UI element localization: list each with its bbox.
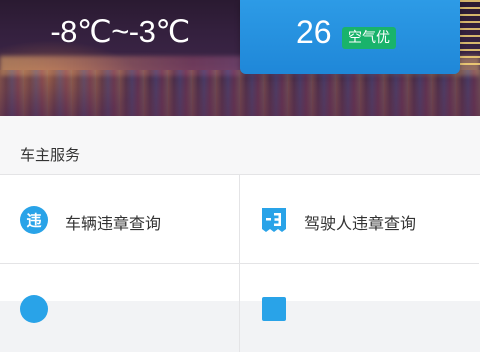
- service-icon: [20, 295, 48, 323]
- service-icon: [262, 297, 286, 321]
- service-item-3[interactable]: [0, 264, 240, 352]
- vehicle-violation-label: 车辆违章查询: [65, 214, 162, 233]
- aqi-value: 26: [296, 14, 332, 50]
- driver-violation-label: 驾驶人违章查询: [304, 214, 417, 233]
- section-title: 车主服务: [20, 146, 81, 164]
- svg-text:违: 违: [26, 212, 41, 230]
- aqi-status-badge: 空气优: [342, 27, 396, 49]
- service-grid: 违 车辆违章查询 驾驶人违章查询: [0, 174, 480, 352]
- banner-river: [0, 70, 480, 116]
- violation-icon: 违: [20, 206, 48, 234]
- driver-violation-query-button[interactable]: 驾驶人违章查询: [240, 175, 479, 264]
- driver-license-icon: [262, 208, 286, 232]
- vehicle-violation-query-button[interactable]: 违 车辆违章查询: [0, 175, 240, 264]
- temperature-range: -8℃~-3℃: [50, 14, 190, 49]
- air-quality-card[interactable]: 26 空气优: [240, 0, 460, 74]
- service-item-4[interactable]: [240, 264, 479, 352]
